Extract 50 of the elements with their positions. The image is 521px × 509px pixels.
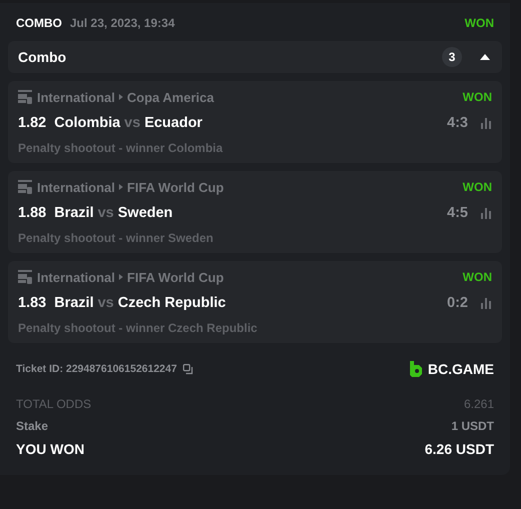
market-label: Penalty shootout - winner Colombia — [18, 141, 224, 155]
home-team: Brazil — [54, 205, 94, 221]
chevron-icon — [119, 94, 124, 100]
caret-icon[interactable] — [480, 54, 490, 60]
league-name: Copa America — [127, 90, 214, 104]
stats-icon[interactable] — [480, 117, 492, 129]
summary-label: YOU WON — [16, 441, 84, 457]
combo-header[interactable]: Combo 3 — [8, 41, 502, 73]
summary-label: Stake — [16, 419, 48, 433]
bet-status: WON — [464, 16, 494, 30]
match-status: WON — [462, 180, 492, 194]
match-odds: 1.83 — [18, 295, 46, 311]
match-score: 4:5 — [447, 205, 468, 221]
count-badge: 3 — [442, 47, 462, 67]
home-team: Brazil — [54, 295, 94, 311]
versus-label: vs — [124, 115, 140, 131]
match-odds: 1.82 — [18, 115, 46, 131]
league-name: FIFA World Cup — [127, 180, 224, 194]
brand-name: BC.GAME — [428, 361, 494, 377]
versus-label: vs — [98, 295, 114, 311]
summary-value: 6.261 — [464, 397, 494, 411]
away-team: Sweden — [118, 205, 173, 221]
chevron-icon — [119, 184, 124, 190]
match-category: International — [37, 180, 116, 194]
home-team: Colombia — [54, 115, 120, 131]
match-category: International — [37, 90, 116, 104]
match-category: International — [37, 270, 116, 284]
stats-icon[interactable] — [480, 207, 492, 219]
away-team: Czech Republic — [118, 295, 226, 311]
summary-value: 6.26 USDT — [424, 441, 494, 457]
ticket-id: Ticket ID: 2294876106152612247 — [16, 363, 177, 375]
copy-icon[interactable] — [182, 364, 194, 374]
market-label: Penalty shootout - winner Sweden — [18, 231, 214, 245]
versus-label: vs — [98, 205, 114, 221]
combo-title: Combo — [18, 49, 66, 65]
match-odds: 1.88 — [18, 205, 46, 221]
match-score: 4:3 — [447, 115, 468, 131]
summary-value: 1 USDT — [451, 419, 494, 433]
market-label: Penalty shootout - winner Czech Republic — [18, 321, 258, 335]
chevron-icon — [119, 274, 124, 280]
match-status: WON — [462, 270, 492, 284]
league-name: FIFA World Cup — [127, 270, 224, 284]
summary-label: TOTAL ODDS — [16, 397, 92, 411]
logo-icon — [408, 361, 423, 377]
away-team: Ecuador — [144, 115, 202, 131]
match-score: 0:2 — [447, 295, 468, 311]
match-status: WON — [462, 90, 492, 104]
bet-type: COMBO — [16, 16, 62, 30]
bet-date: Jul 23, 2023, 19:34 — [70, 16, 175, 30]
stats-icon[interactable] — [480, 297, 492, 309]
